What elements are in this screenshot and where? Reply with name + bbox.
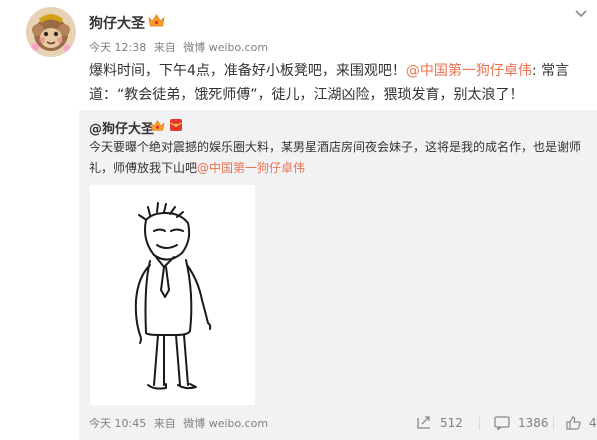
like-count: 486 xyxy=(589,416,597,430)
comment-icon xyxy=(494,416,510,430)
post-from-label: 来自 xyxy=(153,41,176,54)
post-content: 爆料时间，下午4点，准备好小板凳吧，来围观吧！@中国第一狗仔卓伟: 常言道：“教… xyxy=(89,59,589,107)
repost-from-label: 来自 xyxy=(153,417,176,430)
repost-button[interactable]: 512 xyxy=(416,413,463,433)
repost-icon xyxy=(417,416,430,429)
like-button[interactable]: 486 xyxy=(566,413,597,433)
monkey-avatar-icon xyxy=(26,7,76,57)
vip-crown-icon xyxy=(148,14,165,27)
vip-crown-icon xyxy=(150,120,165,131)
post-mention-link[interactable]: @中国第一狗仔卓伟 xyxy=(406,63,532,79)
post-time[interactable]: 今天 12:38 xyxy=(89,41,146,54)
repost-source[interactable]: 微博 weibo.com xyxy=(183,417,268,430)
repost-mention-link[interactable]: @中国第一狗仔卓伟 xyxy=(197,161,305,175)
post-meta: 今天 12:38 来自 微博 weibo.com xyxy=(89,39,272,55)
repost-count: 512 xyxy=(440,416,463,430)
comment-button[interactable]: 1386 xyxy=(494,413,549,433)
weibo-post: 狗仔大圣 今天 12:38 来自 微博 weibo.com 爆料时间，下午4点，… xyxy=(0,0,597,440)
post-text-1: 爆料时间，下午4点，准备好小板凳吧，来围观吧！ xyxy=(89,63,406,79)
repost-meta: 今天 10:45 来自 微博 weibo.com xyxy=(89,415,272,431)
red-envelope-icon[interactable] xyxy=(169,118,183,132)
comment-count: 1386 xyxy=(518,416,549,430)
post-source[interactable]: 微博 weibo.com xyxy=(183,41,268,54)
thumbs-up-icon xyxy=(566,416,581,430)
repost-image[interactable] xyxy=(90,185,255,405)
repost-body: 今天要曝个绝对震撼的娱乐圈大料，某男星酒店房间夜会妹子，这将是我的成名作，也是谢… xyxy=(89,140,582,175)
repost-time[interactable]: 今天 10:45 xyxy=(89,417,146,430)
author-avatar[interactable] xyxy=(26,7,76,57)
chevron-down-icon[interactable] xyxy=(575,10,587,18)
repost-author-name[interactable]: @狗仔大圣 xyxy=(89,118,154,137)
author-name[interactable]: 狗仔大圣 xyxy=(89,13,145,33)
stick-figure-drawing-icon xyxy=(134,202,212,390)
action-divider xyxy=(553,417,554,430)
action-divider xyxy=(479,417,480,430)
repost-text: 今天要曝个绝对震撼的娱乐圈大料，某男星酒店房间夜会妹子，这将是我的成名作，也是谢… xyxy=(89,137,589,179)
